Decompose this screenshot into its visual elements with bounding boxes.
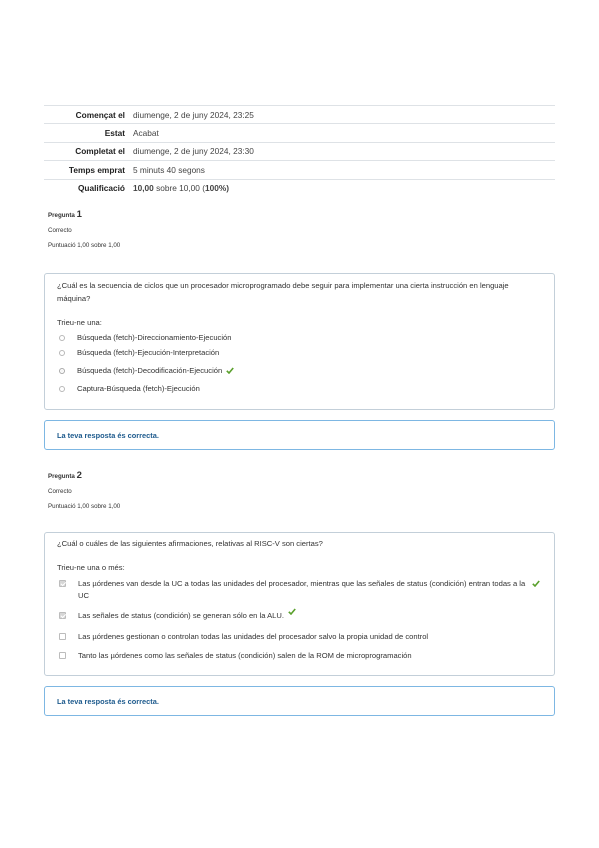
question-label: Pregunta — [48, 212, 75, 219]
radio-button[interactable] — [59, 385, 65, 392]
checkbox-checked[interactable] — [59, 580, 66, 587]
answer-option-label: Las µórdenes gestionan o controlan todas… — [78, 632, 429, 641]
radio-button[interactable] — [59, 349, 65, 356]
summary-key: Estat — [44, 123, 131, 143]
summary-key: Qualificació — [77, 183, 125, 194]
grade-score: 10,00 — [133, 183, 154, 194]
question-1-info: Pregunta 1 Correcto Puntuació 1,00 sobre… — [48, 207, 120, 254]
summary-row: Completat el diumenge, 2 de juny 2024, 2… — [44, 142, 555, 162]
answer-option[interactable]: Búsqueda (fetch)-Direccionamiento-Ejecuc… — [59, 332, 540, 344]
answer-option-selected[interactable]: Búsqueda (fetch)-Decodificación-Ejecució… — [59, 365, 540, 377]
answer-option-label: Captura-Búsqueda (fetch)-Ejecución — [77, 384, 200, 393]
question-1-title: Pregunta 1 — [48, 207, 120, 223]
question-2-feedback: La teva resposta és correcta. — [44, 686, 555, 716]
question-label: Pregunta — [48, 473, 75, 480]
answer-option[interactable]: Búsqueda (fetch)-Ejecución-Interpretació… — [59, 347, 540, 359]
summary-key: Començat el — [44, 104, 131, 125]
question-number: 1 — [76, 209, 82, 220]
answer-option-label: Búsqueda (fetch)-Decodificación-Ejecució… — [77, 366, 223, 375]
summary-row: Temps emprat 5 minuts 40 segons — [44, 160, 555, 180]
summary-key: Temps emprat — [44, 160, 131, 180]
question-2-title: Pregunta 2 — [48, 468, 120, 484]
answer-option-label: Las señales de status (condición) se gen… — [78, 611, 285, 620]
question-1-prompt: Trieu-ne una: — [57, 318, 102, 327]
question-1-feedback: La teva resposta és correcta. — [44, 420, 555, 450]
answer-option-label: Búsqueda (fetch)-Direccionamiento-Ejecuc… — [77, 333, 232, 342]
check-icon — [226, 365, 235, 377]
radio-button[interactable] — [59, 334, 65, 341]
question-2-prompt: Trieu-ne una o més: — [57, 563, 125, 572]
answer-option-selected[interactable]: Las µórdenes van desde la UC a todas las… — [59, 578, 540, 601]
feedback-text: La teva resposta és correcta. — [57, 697, 159, 706]
summary-row: Qualificació 10,00 sobre 10,00 (100%) — [44, 179, 555, 197]
checkbox[interactable] — [59, 633, 66, 640]
grade-percent: 100 — [204, 183, 219, 194]
answer-option-label: Búsqueda (fetch)-Ejecución-Interpretació… — [77, 348, 220, 357]
summary-grade-value: 10,00 sobre 10,00 (100%) — [131, 179, 555, 197]
answer-option[interactable]: Captura-Búsqueda (fetch)-Ejecución — [59, 383, 540, 395]
answer-option[interactable]: Tanto las µórdenes como las señales de s… — [59, 650, 540, 662]
summary-value: 5 minuts 40 segons — [131, 160, 555, 180]
answer-option-label: Las µórdenes van desde la UC a todas las… — [78, 579, 526, 600]
checkbox[interactable] — [59, 652, 66, 659]
question-score: Puntuació 1,00 sobre 1,00 — [48, 503, 121, 510]
question-status: Correcto — [48, 226, 72, 234]
summary-row: Estat Acabat — [44, 123, 555, 143]
question-2-info: Pregunta 2 Correcto Puntuació 1,00 sobre… — [48, 468, 120, 515]
grade-out-of: sobre 10,00 ( — [153, 183, 205, 194]
summary-key: Completat el — [44, 142, 131, 162]
checkbox-checked[interactable] — [59, 612, 66, 619]
check-icon — [288, 606, 296, 618]
grade-percent-close: %) — [218, 183, 229, 194]
attempt-summary-table: Començat el diumenge, 2 de juny 2024, 23… — [44, 104, 555, 197]
question-number: 2 — [76, 470, 82, 481]
summary-row: Començat el diumenge, 2 de juny 2024, 23… — [44, 104, 555, 125]
question-1-box: ¿Cuál es la secuencia de ciclos que un p… — [44, 273, 555, 410]
check-icon — [532, 578, 540, 590]
question-2-box: ¿Cuál o cuáles de las siguientes afirmac… — [44, 532, 555, 676]
answer-option-selected[interactable]: Las señales de status (condición) se gen… — [59, 608, 540, 622]
question-2-text: ¿Cuál o cuáles de las siguientes afirmac… — [57, 539, 323, 548]
radio-button-selected[interactable] — [59, 367, 65, 374]
question-1-text: ¿Cuál es la secuencia de ciclos que un p… — [57, 281, 509, 303]
summary-value: Acabat — [131, 123, 555, 143]
answer-option[interactable]: Las µórdenes gestionan o controlan todas… — [59, 631, 540, 643]
answer-option-label: Tanto las µórdenes como las señales de s… — [78, 651, 412, 660]
question-score: Puntuació 1,00 sobre 1,00 — [48, 242, 121, 249]
summary-value: diumenge, 2 de juny 2024, 23:30 — [131, 142, 555, 162]
feedback-text: La teva resposta és correcta. — [57, 431, 159, 440]
question-status: Correcto — [48, 487, 72, 495]
summary-value: diumenge, 2 de juny 2024, 23:25 — [131, 104, 555, 125]
